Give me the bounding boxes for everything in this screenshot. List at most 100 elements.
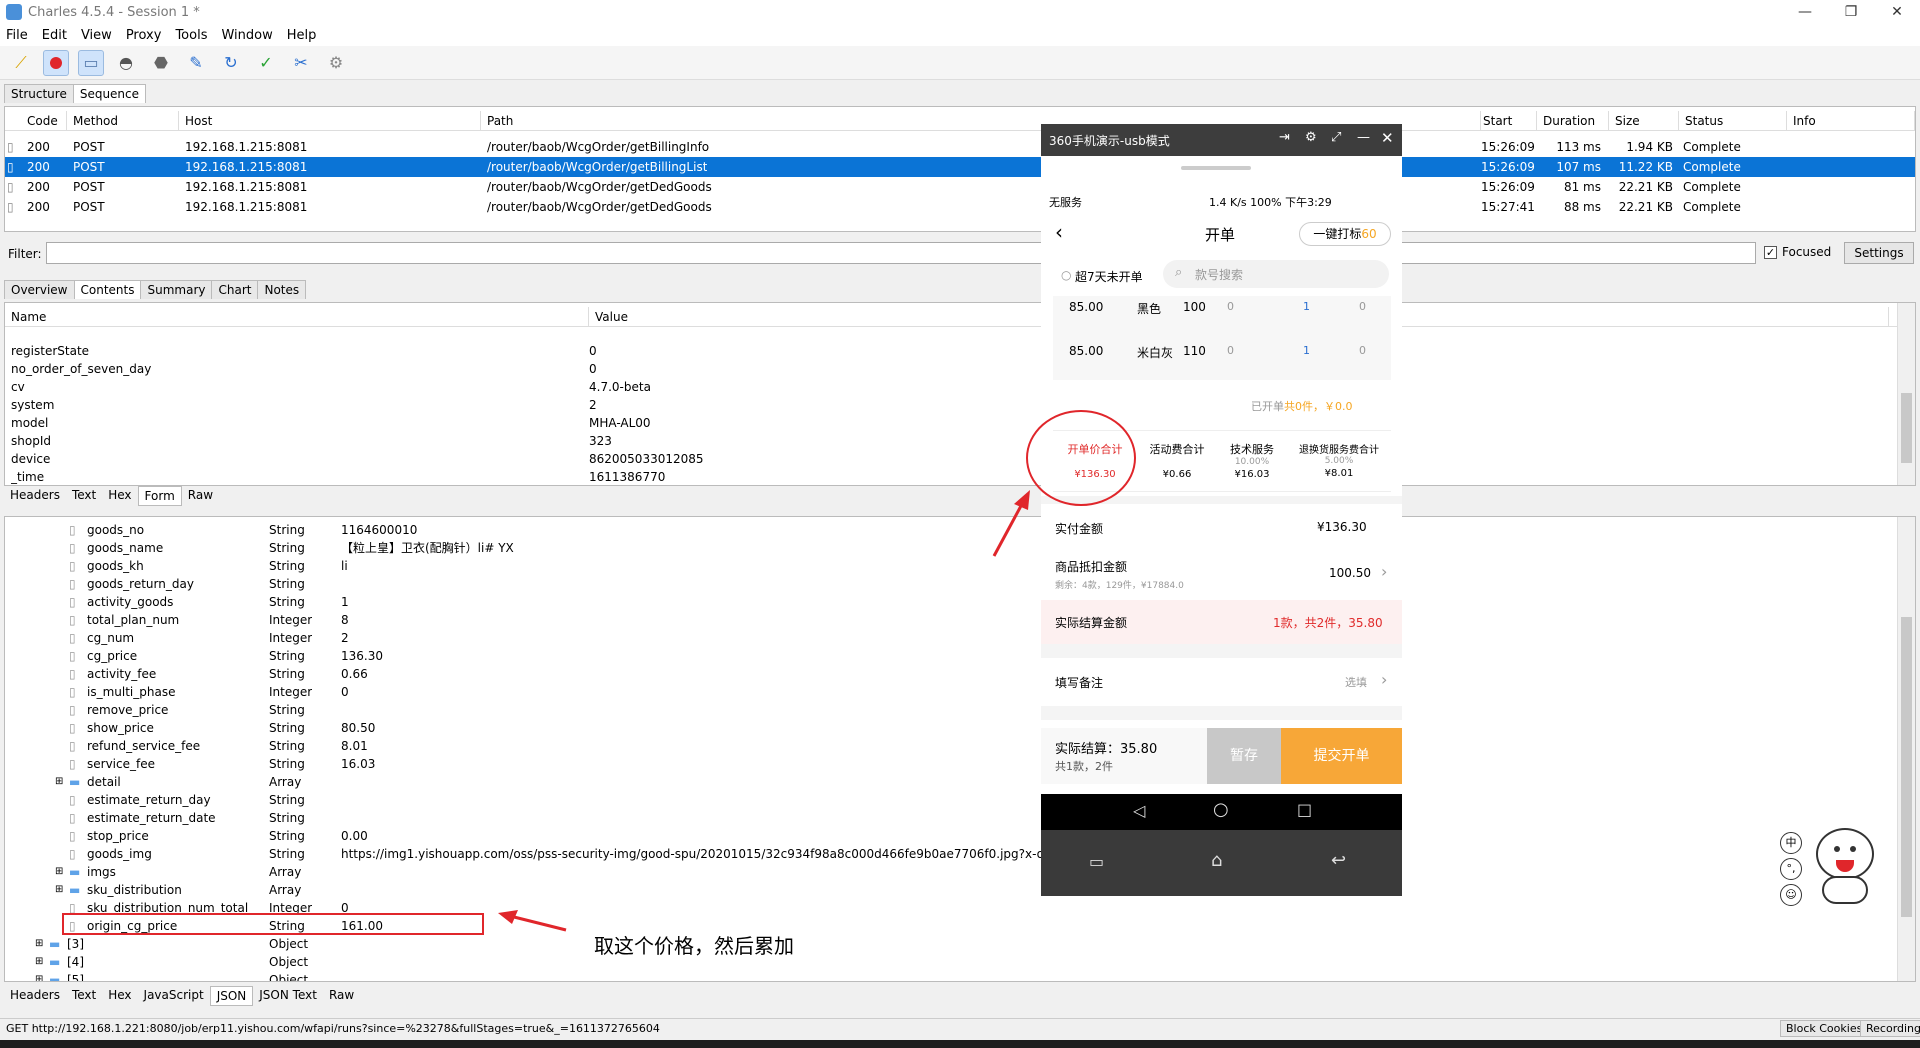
- filter-input[interactable]: [46, 242, 1756, 264]
- record-icon[interactable]: [43, 49, 69, 76]
- json-tree-row[interactable]: ▯ goods_return_day String: [5, 575, 1895, 593]
- settings-icon[interactable]: ⚙: [1305, 130, 1317, 145]
- json-tree-row[interactable]: ▯ activity_fee String 0.66: [5, 665, 1895, 683]
- focused-checkbox[interactable]: ✓: [1764, 246, 1777, 259]
- tab-chart[interactable]: Chart: [211, 280, 259, 299]
- gear-icon[interactable]: ⚙: [323, 50, 349, 76]
- one-click-print-button[interactable]: 一键打标60: [1299, 222, 1391, 246]
- request-scrollbar[interactable]: [1897, 303, 1915, 485]
- expand-toggle-icon[interactable]: ⊞: [55, 863, 63, 881]
- json-tree-row[interactable]: ⊞ ▬ detail Array: [5, 773, 1895, 791]
- req-tab-form[interactable]: Form: [137, 486, 182, 506]
- menu-help[interactable]: Help: [287, 28, 317, 43]
- nav-recents-icon[interactable]: □: [1297, 800, 1312, 819]
- json-tree-row[interactable]: ⊞ ▬ [5] Object: [5, 971, 1895, 981]
- json-tree-row[interactable]: ▯ goods_kh String li: [5, 557, 1895, 575]
- json-tree-row[interactable]: ▯ cg_price String 136.30: [5, 647, 1895, 665]
- menu-file[interactable]: File: [6, 28, 28, 43]
- settings-button[interactable]: Settings: [1844, 242, 1914, 264]
- resp-tab-javascript[interactable]: JavaScript: [138, 986, 210, 1006]
- list-item[interactable]: 85.00 米白灰 110 0 1 0: [1053, 340, 1391, 380]
- expand-icon[interactable]: ⤢: [1331, 130, 1341, 145]
- broom-icon[interactable]: ⟋: [8, 50, 34, 76]
- minimize-icon[interactable]: —: [1357, 130, 1370, 145]
- mirror-home-icon[interactable]: ⌂: [1211, 850, 1222, 871]
- tab-contents[interactable]: Contents: [73, 280, 142, 299]
- nav-home-icon[interactable]: ○: [1213, 799, 1229, 820]
- menu-tools[interactable]: Tools: [175, 28, 207, 43]
- ime-chinese-icon[interactable]: 中: [1780, 832, 1802, 854]
- json-tree-row[interactable]: ▯ refund_service_fee String 8.01: [5, 737, 1895, 755]
- resp-tab-hex[interactable]: Hex: [102, 986, 137, 1006]
- req-tab-hex[interactable]: Hex: [102, 486, 137, 506]
- menu-view[interactable]: View: [81, 28, 112, 43]
- block-cookies-button[interactable]: Block Cookies: [1780, 1020, 1869, 1037]
- expand-toggle-icon[interactable]: ⊞: [35, 971, 43, 981]
- col-start[interactable]: Start: [1477, 111, 1537, 131]
- menu-window[interactable]: Window: [221, 28, 272, 43]
- json-tree-row[interactable]: ▯ activity_goods String 1: [5, 593, 1895, 611]
- json-tree-row[interactable]: ⊞ ▬ imgs Array: [5, 863, 1895, 881]
- ime-punct-icon[interactable]: °,: [1780, 858, 1802, 880]
- submit-order-button[interactable]: 提交开单: [1281, 728, 1402, 784]
- col-duration[interactable]: Duration: [1537, 111, 1609, 131]
- throttle-icon[interactable]: ▭: [78, 49, 104, 76]
- json-tree-row[interactable]: ▯ remove_price String: [5, 701, 1895, 719]
- tab-sequence[interactable]: Sequence: [72, 84, 147, 103]
- search-input[interactable]: ⌕ 款号搜索: [1163, 260, 1389, 288]
- resp-tab-json[interactable]: JSON: [209, 986, 254, 1006]
- refresh-icon[interactable]: ↻: [218, 50, 244, 76]
- remark-row[interactable]: 填写备注 选填 ›: [1041, 662, 1402, 702]
- resp-tab-raw[interactable]: Raw: [323, 986, 360, 1006]
- json-tree-row[interactable]: ▯ total_plan_num Integer 8: [5, 611, 1895, 629]
- col-method[interactable]: Method: [67, 111, 179, 131]
- json-tree-row[interactable]: ▯ is_multi_phase Integer 0: [5, 683, 1895, 701]
- json-tree-row[interactable]: ⊞ ▬ [4] Object: [5, 953, 1895, 971]
- pen-icon[interactable]: ✎: [183, 50, 209, 76]
- turtle-icon[interactable]: ◓: [113, 50, 139, 76]
- json-tree-row[interactable]: ▯ estimate_return_date String: [5, 809, 1895, 827]
- list-item[interactable]: 85.00 黑色 100 0 1 0: [1053, 296, 1391, 336]
- save-draft-button[interactable]: 暂存: [1207, 728, 1281, 784]
- back-icon[interactable]: ‹: [1055, 220, 1063, 244]
- mirror-back-icon[interactable]: ↩: [1331, 850, 1346, 871]
- json-tree-row[interactable]: ⊞ ▬ [3] Object: [5, 935, 1895, 953]
- pin-icon[interactable]: ⇥: [1279, 130, 1290, 145]
- menu-edit[interactable]: Edit: [42, 28, 67, 43]
- expand-toggle-icon[interactable]: ⊞: [35, 935, 43, 953]
- json-tree-row[interactable]: ▯ service_fee String 16.03: [5, 755, 1895, 773]
- expand-toggle-icon[interactable]: ⊞: [55, 881, 63, 899]
- tools-icon[interactable]: ✂: [288, 50, 314, 76]
- json-tree-row[interactable]: ▯ stop_price String 0.00: [5, 827, 1895, 845]
- tab-overview[interactable]: Overview: [4, 280, 75, 299]
- table-row[interactable]: ▯ 200 POST 192.168.1.215:8081 /router/ba…: [5, 157, 1915, 177]
- tab-notes[interactable]: Notes: [257, 280, 307, 299]
- recording-button[interactable]: Recording: [1860, 1020, 1920, 1037]
- req-tab-raw[interactable]: Raw: [182, 486, 219, 506]
- json-tree-row[interactable]: ▯ goods_name String 【粒上皇】卫衣(配胸针）li# YX: [5, 539, 1895, 557]
- restore-button[interactable]: ❐: [1828, 0, 1874, 24]
- resp-tab-json-text[interactable]: JSON Text: [253, 986, 323, 1006]
- close-icon[interactable]: ✕: [1381, 129, 1394, 147]
- json-tree-row[interactable]: ▯ show_price String 80.50: [5, 719, 1895, 737]
- json-tree-row[interactable]: ▯ cg_num Integer 2: [5, 629, 1895, 647]
- json-tree-row[interactable]: ⊞ ▬ sku_distribution Array: [5, 881, 1895, 899]
- circle-check-icon[interactable]: ○: [1061, 268, 1071, 282]
- table-row[interactable]: ▯ 200 POST 192.168.1.215:8081 /router/ba…: [5, 197, 1915, 217]
- close-button[interactable]: ✕: [1874, 0, 1920, 24]
- response-scrollbar[interactable]: [1897, 517, 1915, 981]
- col-info[interactable]: Info: [1787, 111, 1915, 131]
- mascot-icon[interactable]: [1812, 826, 1878, 906]
- req-tab-headers[interactable]: Headers: [4, 486, 66, 506]
- table-row[interactable]: ▯ 200 POST 192.168.1.215:8081 /router/ba…: [5, 177, 1915, 197]
- mirror-recents-icon[interactable]: ▭: [1089, 852, 1104, 871]
- col-status[interactable]: Status: [1679, 111, 1787, 131]
- json-tree-row[interactable]: ▯ goods_no String 1164600010: [5, 521, 1895, 539]
- check-icon[interactable]: ✓: [253, 50, 279, 76]
- tab-structure[interactable]: Structure: [4, 84, 74, 103]
- resp-tab-headers[interactable]: Headers: [4, 986, 66, 1006]
- minimize-button[interactable]: —: [1782, 0, 1828, 24]
- json-tree-row[interactable]: ▯ goods_img String https://img1.yishouapp.c…: [5, 845, 1895, 863]
- table-row[interactable]: ▯ 200 POST 192.168.1.215:8081 /router/ba…: [5, 137, 1915, 157]
- resp-tab-text[interactable]: Text: [66, 986, 102, 1006]
